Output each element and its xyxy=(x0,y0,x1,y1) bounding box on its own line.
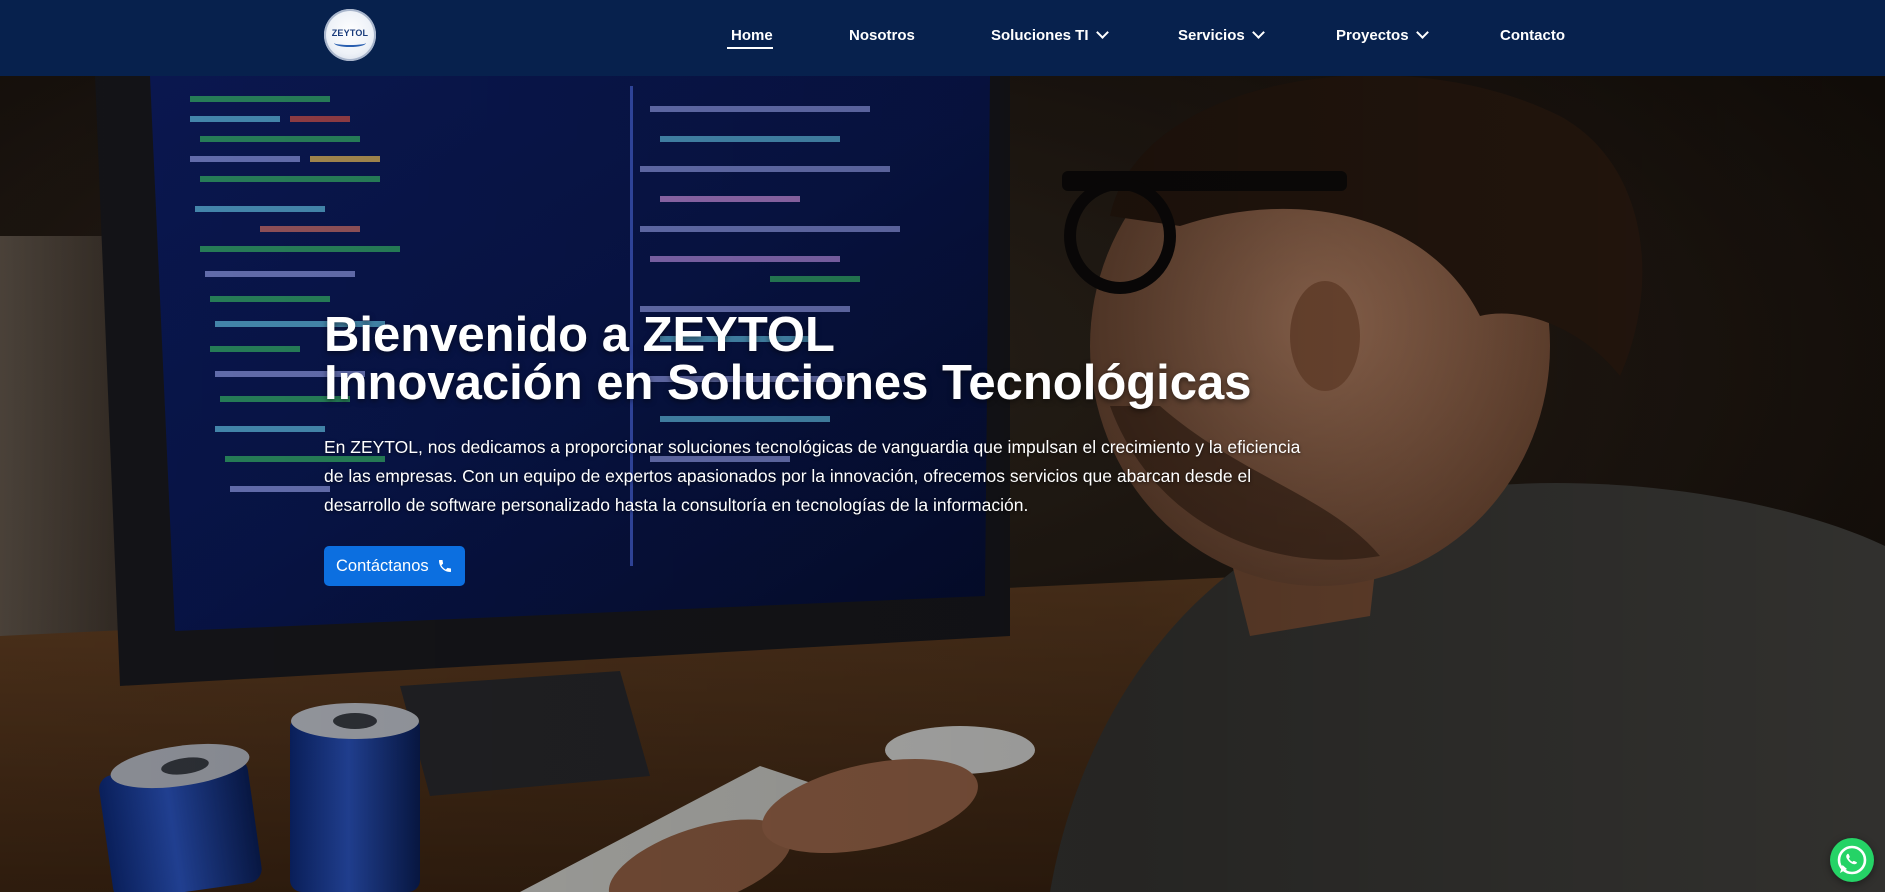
whatsapp-icon xyxy=(1837,845,1867,875)
nav-item-label: Proyectos xyxy=(1336,26,1409,44)
chevron-down-icon xyxy=(1415,26,1429,39)
nav-item-proyectos[interactable]: Proyectos xyxy=(1336,25,1429,45)
navbar: ZEYTOL Home Nosotros Soluciones TI Servi… xyxy=(0,0,1885,76)
chevron-down-icon xyxy=(1095,26,1109,39)
nav-item-label: Nosotros xyxy=(849,26,915,44)
hero-description: En ZEYTOL, nos dedicamos a proporcionar … xyxy=(324,437,1301,515)
phone-icon xyxy=(438,560,451,572)
chevron-down-icon xyxy=(1251,26,1265,39)
contact-button[interactable]: Contáctanos xyxy=(324,546,465,586)
whatsapp-button[interactable] xyxy=(1830,838,1874,882)
nav-item-soluciones-ti[interactable]: Soluciones TI xyxy=(991,25,1109,45)
nav-item-servicios[interactable]: Servicios xyxy=(1178,25,1265,45)
nav-item-label: Contacto xyxy=(1500,26,1565,44)
hero-title-line1: Bienvenido a ZEYTOL xyxy=(324,308,835,362)
zeytol-logo[interactable]: ZEYTOL xyxy=(324,9,376,61)
hero-title-line2: Innovación en Soluciones Tecnológicas xyxy=(324,356,1252,410)
nav-item-label: Soluciones TI xyxy=(991,26,1089,44)
nav-item-label: Servicios xyxy=(1178,26,1245,44)
nav-active-indicator xyxy=(727,47,773,49)
contact-button-label: Contáctanos xyxy=(336,556,429,575)
nav-item-contacto[interactable]: Contacto xyxy=(1500,25,1565,45)
hero-title: Bienvenido a ZEYTOL Innovación en Soluci… xyxy=(324,308,1252,410)
logo-swoosh xyxy=(334,39,366,47)
nav-item-home[interactable]: Home xyxy=(731,25,773,45)
nav-item-nosotros[interactable]: Nosotros xyxy=(849,25,915,45)
nav-item-label: Home xyxy=(731,26,773,44)
hero-section: Bienvenido a ZEYTOL Innovación en Soluci… xyxy=(0,76,1885,892)
logo-text: ZEYTOL xyxy=(331,28,369,38)
